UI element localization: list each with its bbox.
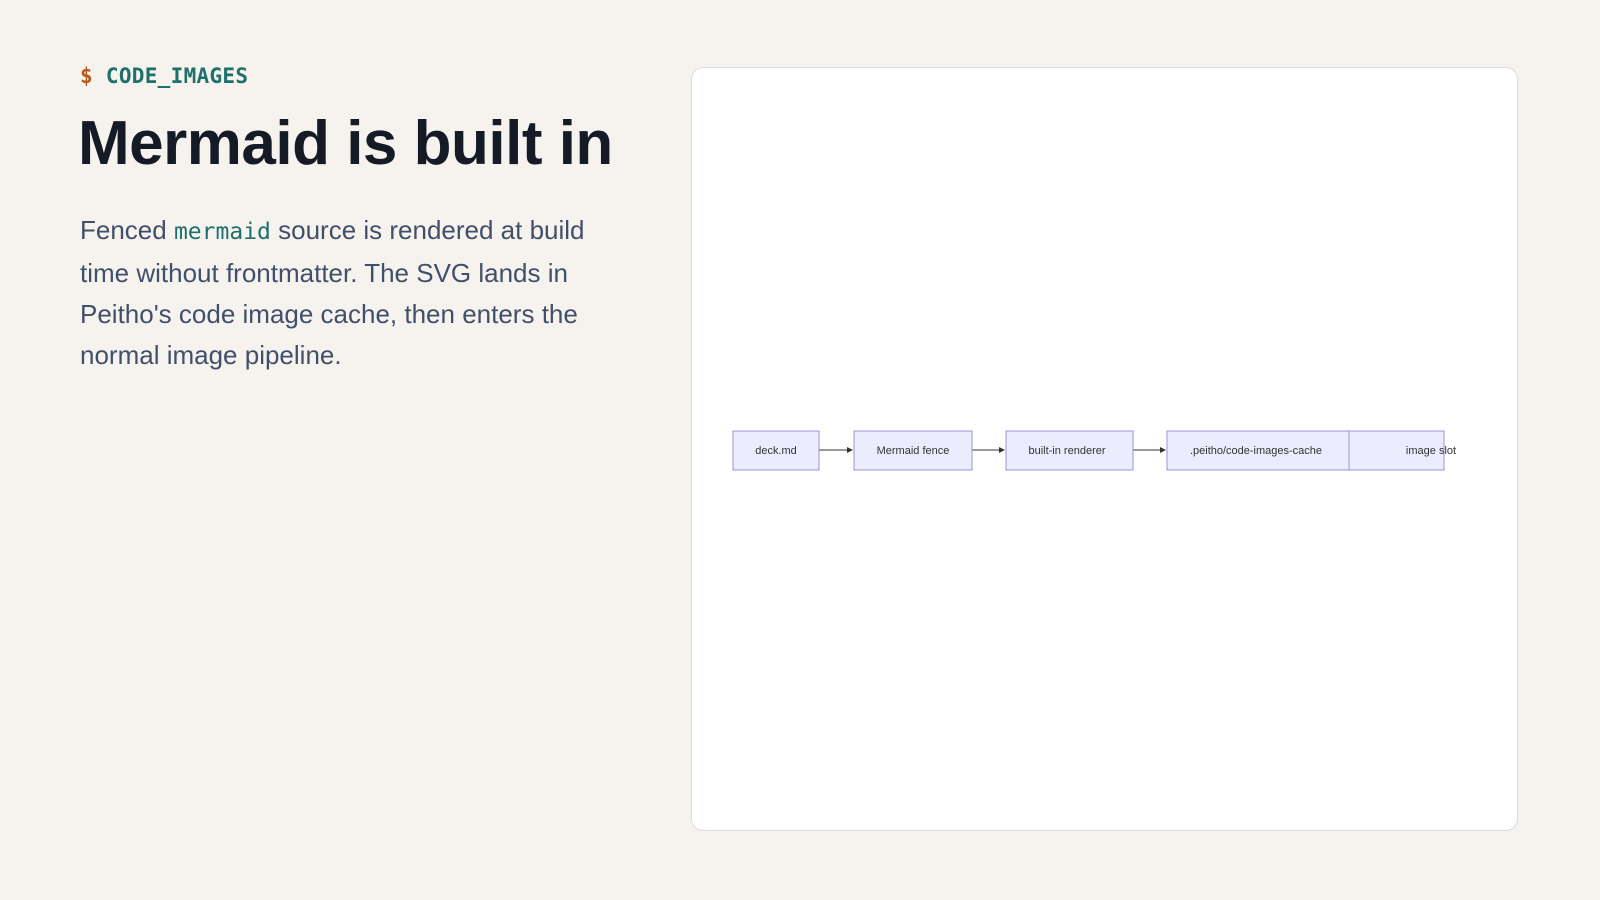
flow-node-label: deck.md: [755, 445, 797, 457]
flow-node-label: .peitho/code-images-cache: [1190, 445, 1322, 457]
arrowhead-3: [1160, 447, 1166, 453]
diagram-panel: deck.md Mermaid fence built-in renderer …: [691, 67, 1518, 831]
flow-edge-2: [972, 447, 1005, 453]
description-text-before: Fenced: [80, 215, 174, 245]
inline-code: mermaid: [173, 219, 271, 245]
flow-node-label: image slot: [1406, 445, 1456, 457]
flow-node-mermaid-fence: Mermaid fence: [853, 430, 973, 471]
page-title: Mermaid is built in: [78, 109, 613, 178]
arrowhead-1: [847, 447, 853, 453]
flow-node-deck-md: deck.md: [732, 430, 820, 471]
section-kicker: $ CODE_IMAGES: [80, 64, 248, 88]
flow-edge-1: [819, 447, 853, 453]
flow-node-image-slot: image slot: [1348, 430, 1456, 471]
description-paragraph: Fenced mermaid source is rendered at bui…: [80, 210, 640, 376]
flow-edge-3: [1133, 447, 1166, 453]
kicker-label: CODE_IMAGES: [105, 64, 249, 88]
arrowhead-2: [999, 447, 1005, 453]
flow-node-built-in-renderer: built-in renderer: [1005, 430, 1134, 471]
kicker-prompt: $: [80, 64, 93, 88]
flowchart-diagram: deck.md Mermaid fence built-in renderer …: [732, 430, 1456, 471]
flow-node-label: built-in renderer: [1028, 445, 1105, 457]
flow-node-label: Mermaid fence: [877, 445, 950, 457]
flow-node-code-images-cache: .peitho/code-images-cache: [1166, 430, 1350, 471]
